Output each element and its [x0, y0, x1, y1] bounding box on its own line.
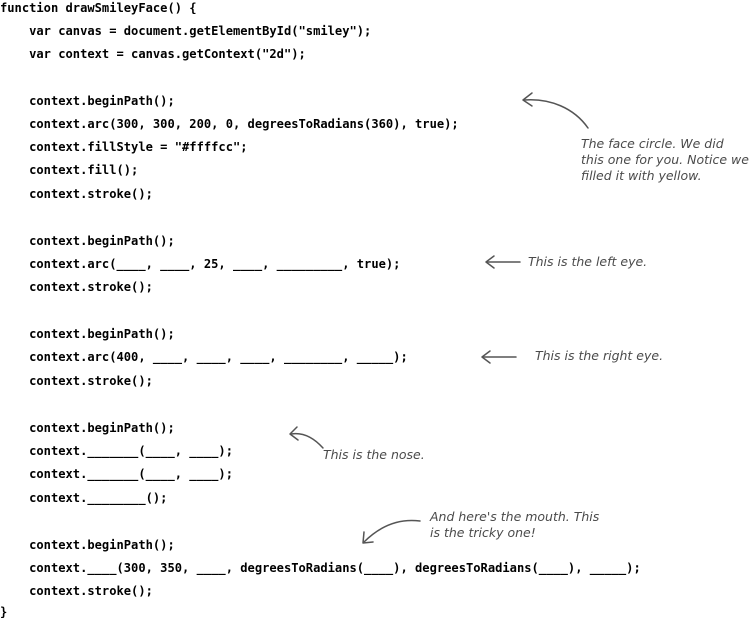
face-circle-note: The face circle. We did this one for you… — [581, 136, 749, 183]
code-line-face-beginpath: context.beginPath(); — [0, 94, 175, 108]
left-eye-note: This is the left eye. — [528, 254, 648, 269]
code-line-face-stroke: context.stroke(); — [0, 187, 153, 201]
code-line-context-var: var context = canvas.getContext("2d"); — [0, 47, 306, 61]
nose-note: This is the nose. — [323, 447, 425, 462]
code-line-face-fillstyle: context.fillStyle = "#ffffcc"; — [0, 140, 248, 154]
code-line-left-eye-arc: context.arc(____, ____, 25, ____, ______… — [0, 257, 401, 271]
right-eye-note: This is the right eye. — [535, 348, 664, 363]
right-eye-arrow-icon — [481, 350, 517, 364]
code-line-left-eye-beginpath: context.beginPath(); — [0, 234, 175, 248]
code-line-mouth-stroke: context.stroke(); — [0, 584, 153, 598]
mouth-note: And here's the mouth. This is the tricky… — [430, 509, 600, 540]
code-line-right-eye-beginpath: context.beginPath(); — [0, 327, 175, 341]
code-line-right-eye-arc: context.arc(400, ____, ____, ____, _____… — [0, 350, 408, 364]
code-line-canvas-var: var canvas = document.getElementById("sm… — [0, 24, 372, 38]
code-line-face-arc: context.arc(300, 300, 200, 0, degreesToR… — [0, 117, 459, 131]
code-line-mouth-arc: context.____(300, 350, ____, degreesToRa… — [0, 561, 641, 575]
left-eye-arrow-icon — [485, 255, 521, 269]
code-line-nose-method-1: context._______(____, ____); — [0, 444, 233, 458]
code-line-face-fill: context.fill(); — [0, 163, 139, 177]
code-line-mouth-beginpath: context.beginPath(); — [0, 538, 175, 552]
code-line-closing-brace: } — [0, 605, 8, 619]
face-arrow-icon — [522, 92, 589, 129]
code-line-nose-beginpath: context.beginPath(); — [0, 421, 175, 435]
mouth-arrow-icon — [362, 519, 421, 544]
nose-arrow-icon — [289, 426, 324, 449]
code-line-right-eye-stroke: context.stroke(); — [0, 374, 153, 388]
code-line-left-eye-stroke: context.stroke(); — [0, 280, 153, 294]
code-line-function-declaration: function drawSmileyFace() { — [0, 1, 197, 15]
code-line-nose-method-2: context._______(____, ____); — [0, 467, 233, 481]
code-line-nose-method-3: context.________(); — [0, 491, 168, 505]
